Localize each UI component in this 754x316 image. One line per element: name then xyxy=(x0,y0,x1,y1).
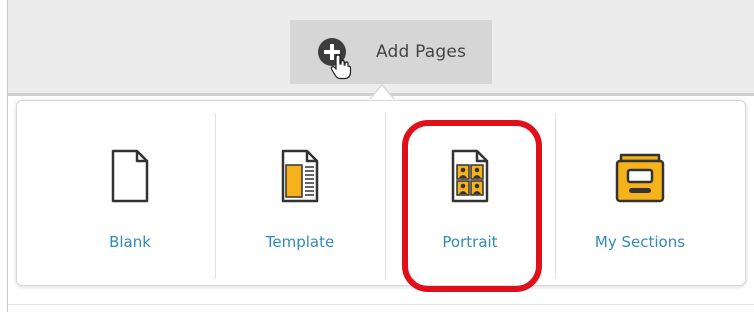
bottom-border xyxy=(8,304,754,305)
option-portrait[interactable]: Portrait xyxy=(385,101,555,287)
option-template-label: Template xyxy=(265,233,335,251)
option-blank[interactable]: Blank xyxy=(45,101,215,287)
add-pages-button[interactable]: Add Pages xyxy=(290,20,492,84)
folder-icon xyxy=(615,151,665,207)
option-my-sections-label: My Sections xyxy=(594,233,686,251)
popover-caret xyxy=(370,86,394,100)
add-pages-popover: Blank Template Portrait My Sections xyxy=(16,100,746,286)
hand-cursor-icon xyxy=(330,54,352,84)
blank-page-icon xyxy=(110,149,150,207)
template-page-icon xyxy=(280,149,320,207)
option-my-sections[interactable]: My Sections xyxy=(555,101,725,287)
option-blank-label: Blank xyxy=(109,233,151,251)
option-template[interactable]: Template xyxy=(215,101,385,287)
toolbar: Add Pages xyxy=(8,0,754,96)
option-portrait-label: Portrait xyxy=(442,233,498,251)
portrait-page-icon xyxy=(450,149,490,207)
add-pages-label: Add Pages xyxy=(376,42,467,62)
